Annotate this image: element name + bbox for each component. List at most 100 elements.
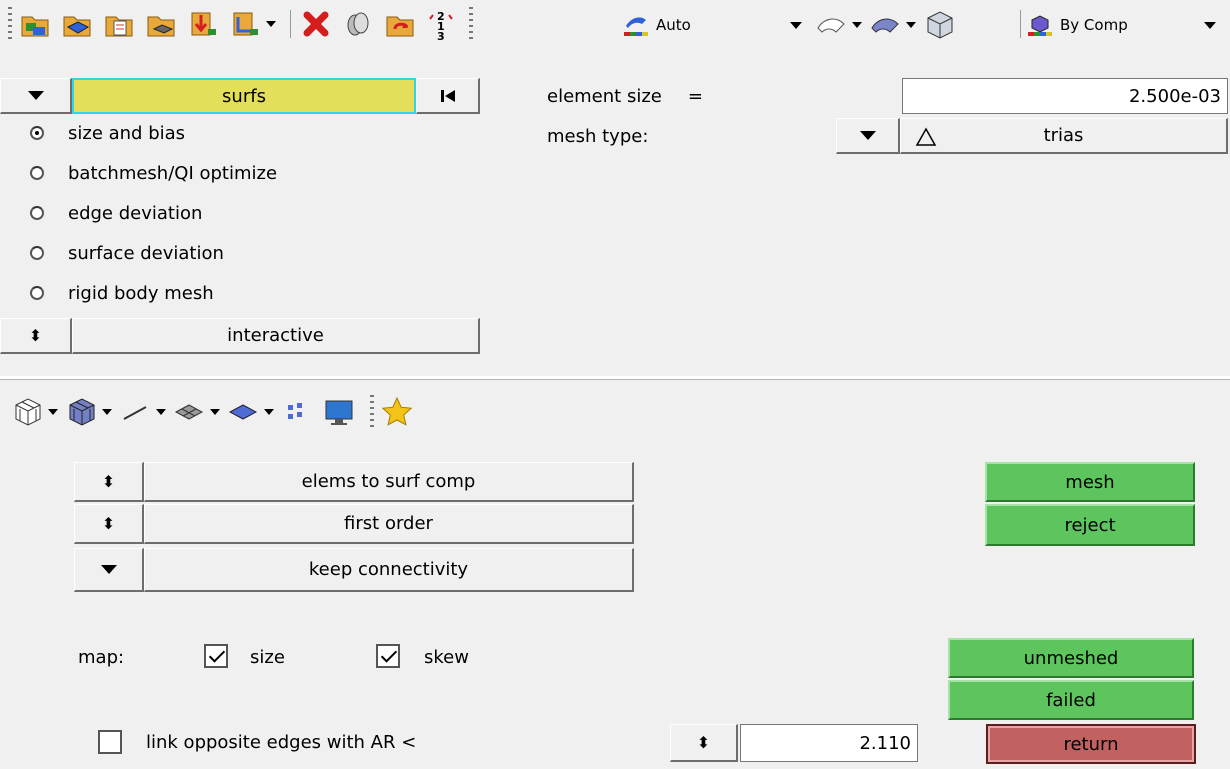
element-order-toggle[interactable]: ⬍ — [74, 504, 144, 544]
map-skew-label: skew — [424, 646, 469, 668]
toolbar-separator — [290, 10, 291, 38]
monitor-icon[interactable] — [322, 395, 356, 429]
chevron-down-icon[interactable] — [102, 409, 112, 415]
connectivity-menu-button[interactable] — [74, 548, 144, 592]
export-solver-icon[interactable] — [228, 7, 262, 41]
mesh-type-value: trias — [1043, 125, 1084, 146]
up-down-arrows-icon: ⬍ — [28, 326, 43, 345]
triangle-icon — [915, 127, 937, 146]
map-skew-checkbox[interactable] — [376, 644, 400, 668]
chevron-down-icon[interactable] — [266, 21, 276, 27]
skip-to-start-icon — [440, 89, 455, 102]
star-icon[interactable] — [380, 395, 414, 429]
element-size-eq: = — [687, 85, 703, 107]
line-element-icon[interactable] — [118, 395, 152, 429]
display-mode-icon — [622, 12, 650, 38]
connectivity-button[interactable]: keep connectivity — [144, 548, 634, 592]
import-icon[interactable] — [102, 7, 136, 41]
chevron-down-icon[interactable] — [48, 409, 58, 415]
map-size-checkbox[interactable] — [204, 644, 228, 668]
color-mode-value: By Comp — [1060, 16, 1128, 34]
map-label: map: — [78, 646, 125, 668]
display-mode-dropdown[interactable]: Auto — [622, 8, 808, 42]
radio-label: edge deviation — [68, 202, 203, 224]
radio-surface-deviation[interactable]: surface deviation — [30, 236, 224, 270]
output-option-toggle[interactable]: ⬍ — [74, 462, 144, 502]
display-mode-value: Auto — [656, 16, 691, 34]
wireframe-surface-icon[interactable] — [814, 8, 848, 42]
delete-icon[interactable] — [299, 7, 333, 41]
shrink-elements-icon[interactable] — [280, 395, 314, 429]
entity-selector-button[interactable]: surfs — [72, 78, 416, 114]
open-model-icon[interactable] — [60, 7, 94, 41]
unmeshed-button[interactable]: unmeshed — [948, 638, 1194, 678]
mode-toggle-button[interactable]: ⬍ — [0, 318, 72, 354]
radio-indicator[interactable] — [30, 286, 44, 300]
output-option-button[interactable]: elems to surf comp — [144, 462, 634, 502]
toolbar-grip[interactable] — [370, 395, 374, 429]
ar-stepper-button[interactable]: ⬍ — [670, 724, 738, 762]
geometry-visualization-group — [814, 8, 964, 42]
entity-selector-label: surfs — [222, 85, 266, 107]
return-button[interactable]: return — [986, 724, 1196, 764]
up-down-arrows-icon: ⬍ — [696, 733, 711, 752]
mesh-type-button[interactable]: trias — [900, 118, 1228, 154]
element-size-label: element size = — [547, 85, 703, 107]
radio-indicator[interactable] — [30, 206, 44, 220]
map-size-label: size — [250, 646, 285, 668]
chevron-down-icon[interactable] — [156, 409, 166, 415]
link-opposite-edges-label: link opposite edges with AR < — [146, 731, 417, 753]
link-opposite-edges-checkbox[interactable] — [98, 730, 122, 754]
chevron-down-icon[interactable] — [790, 22, 802, 29]
mode-selector-label: interactive — [227, 325, 324, 346]
up-down-arrows-icon: ⬍ — [101, 514, 116, 533]
radio-indicator[interactable] — [30, 246, 44, 260]
chevron-down-icon[interactable] — [210, 409, 220, 415]
reject-button[interactable]: reject — [985, 504, 1195, 546]
svg-text:3: 3 — [437, 30, 445, 41]
radio-size-and-bias[interactable]: size and bias — [30, 116, 185, 150]
radio-rigid-body-mesh[interactable]: rigid body mesh — [30, 276, 214, 310]
toolbar-separator — [1020, 10, 1021, 38]
color-mode-dropdown[interactable]: By Comp — [1026, 8, 1222, 42]
geometry-import-icon[interactable] — [144, 7, 178, 41]
radio-indicator[interactable] — [30, 126, 44, 140]
solid-box-icon[interactable] — [922, 8, 956, 42]
redo-icon[interactable] — [383, 7, 417, 41]
shaded-shell-icon[interactable] — [226, 395, 260, 429]
mesh-type-label: mesh type: — [547, 125, 649, 147]
color-mode-icon — [1026, 12, 1054, 38]
radio-edge-deviation[interactable]: edge deviation — [30, 196, 202, 230]
element-order-button[interactable]: first order — [144, 504, 634, 544]
failed-button[interactable]: failed — [948, 680, 1194, 720]
top-toolbar: 213 — [0, 0, 479, 48]
renumber-icon[interactable]: 213 — [425, 7, 459, 43]
mesh-type-menu-button[interactable] — [836, 118, 900, 154]
radio-label: surface deviation — [68, 242, 224, 264]
entity-selector-menu-button[interactable] — [0, 78, 72, 114]
mesh-toolbar — [10, 392, 422, 432]
mode-selector-button[interactable]: interactive — [72, 318, 480, 354]
radio-batchmesh[interactable]: batchmesh/QI optimize — [30, 156, 277, 190]
wireframe-cube-icon[interactable] — [10, 395, 44, 429]
chevron-down-icon[interactable] — [852, 22, 862, 28]
radio-indicator[interactable] — [30, 166, 44, 180]
reset-selection-button[interactable] — [416, 78, 480, 114]
shaded-cube-icon[interactable] — [64, 395, 98, 429]
shell-element-icon[interactable] — [172, 395, 206, 429]
mesh-button[interactable]: mesh — [985, 462, 1195, 502]
panel-divider — [0, 376, 1230, 380]
toolbar-grip[interactable] — [469, 7, 473, 41]
radio-label: batchmesh/QI optimize — [68, 162, 278, 184]
element-size-field[interactable]: 2.500e-03 — [902, 78, 1228, 114]
undo-icon[interactable] — [341, 7, 375, 41]
chevron-down-icon[interactable] — [1204, 22, 1216, 29]
ar-value-field[interactable]: 2.110 — [740, 724, 918, 762]
chevron-down-icon[interactable] — [264, 409, 274, 415]
new-file-icon[interactable] — [18, 7, 52, 41]
export-icon[interactable] — [186, 7, 220, 41]
shaded-surface-icon[interactable] — [868, 8, 902, 42]
toolbar-grip[interactable] — [8, 7, 12, 41]
chevron-down-icon[interactable] — [906, 22, 916, 28]
radio-label: rigid body mesh — [68, 282, 214, 304]
